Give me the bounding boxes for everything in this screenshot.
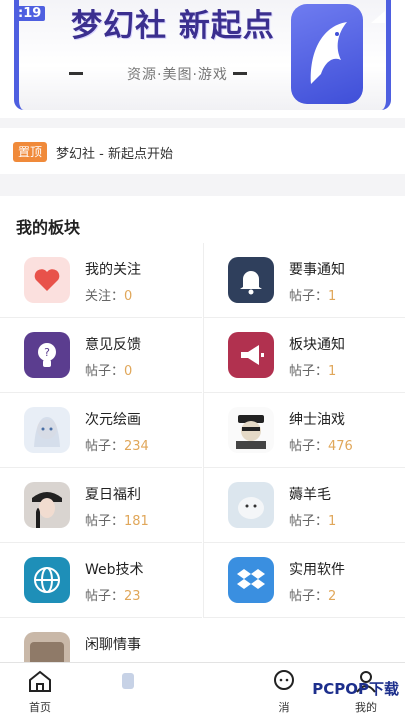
chat-bubble-icon — [274, 670, 294, 690]
tab-mine-label: 我的 — [355, 701, 377, 714]
bell-icon — [228, 257, 274, 303]
board-name: 要事通知 — [289, 262, 345, 278]
board-count: 帖子：234 — [85, 439, 149, 454]
tab-discover[interactable] — [110, 669, 146, 697]
banner-title: 梦幻社 新起点 — [71, 8, 275, 44]
banner-dash-left — [69, 72, 83, 75]
board-name: 闲聊情事 — [85, 637, 141, 653]
board-item[interactable]: 实用软件 帖子：2 — [203, 543, 405, 618]
anime-girl-avatar — [24, 407, 70, 453]
banner-subtitle: 资源·美图·游戏 — [127, 67, 228, 83]
tab-messages[interactable]: 消 — [266, 669, 302, 715]
board-count: 帖子：1 — [289, 364, 337, 379]
board-item[interactable]: 要事通知 帖子：1 — [203, 243, 405, 318]
heart-icon — [24, 257, 70, 303]
svg-text:?: ? — [44, 346, 50, 359]
pinned-badge: 置顶 — [13, 142, 48, 162]
banner-area: :19 梦幻社 新起点 资源·美图·游戏 — [0, 0, 405, 118]
board-item[interactable]: 绅士油戏 帖子：476 — [203, 393, 405, 468]
board-count: 帖子：1 — [289, 514, 337, 529]
board-item[interactable]: ? 意见反馈 帖子：0 — [0, 318, 202, 393]
board-count: 帖子：1 — [289, 289, 337, 304]
board-count: 关注：0 — [85, 289, 133, 304]
board-name: 意见反馈 — [85, 337, 141, 353]
signal-icon — [371, 8, 385, 27]
board-name: 绅士油戏 — [289, 412, 345, 428]
board-item[interactable]: 夏日福利 帖子：181 — [0, 468, 202, 543]
megaphone-icon — [228, 332, 274, 378]
notice-text: 梦幻社 - 新起点开始 — [56, 147, 173, 162]
banner-carousel[interactable]: 梦幻社 新起点 资源·美图·游戏 — [14, 0, 391, 110]
banner-dash-right — [233, 72, 247, 75]
section-title: 我的板块 — [16, 218, 81, 237]
board-item[interactable]: 次元绘画 帖子：234 — [0, 393, 202, 468]
tab-messages-label: 消 — [278, 701, 290, 714]
board-item[interactable]: 板块通知 帖子：1 — [203, 318, 405, 393]
board-count: 帖子：181 — [85, 514, 149, 529]
pinned-notice[interactable]: 置顶 梦幻社 - 新起点开始 — [0, 128, 405, 174]
board-name: 我的关注 — [85, 262, 141, 278]
watermark: PCPOP下载 — [312, 680, 399, 698]
tab-home[interactable]: 首页 — [22, 669, 58, 715]
board-item[interactable]: Web技术 帖子：23 — [0, 543, 202, 618]
meme-avatar — [228, 407, 274, 453]
dolphin-logo-icon — [291, 4, 363, 104]
my-boards-section: 我的板块 我的关注 关注：0 要事通知 帖子：1 ? 意见反馈 帖子：0 板块通… — [0, 196, 405, 693]
board-item[interactable]: 薅羊毛 帖子：1 — [203, 468, 405, 543]
board-name: Web技术 — [85, 562, 144, 578]
girl-photo-avatar — [24, 482, 70, 528]
board-count: 帖子：476 — [289, 439, 353, 454]
board-name: 次元绘画 — [85, 412, 141, 428]
board-name: 薅羊毛 — [289, 487, 331, 503]
lightbulb-icon: ? — [24, 332, 70, 378]
board-count: 帖子：0 — [85, 364, 133, 379]
board-name: 实用软件 — [289, 562, 345, 578]
home-icon — [29, 670, 51, 692]
status-time: :19 — [14, 6, 46, 21]
board-count: 帖子：23 — [85, 589, 141, 604]
board-name: 夏日福利 — [85, 487, 141, 503]
board-name: 板块通知 — [289, 337, 345, 353]
sheep-avatar — [228, 482, 274, 528]
board-count: 帖子：2 — [289, 589, 337, 604]
discover-icon — [122, 673, 134, 689]
dropbox-icon — [228, 557, 274, 603]
board-item[interactable]: 我的关注 关注：0 — [0, 243, 202, 318]
globe-icon — [24, 557, 70, 603]
tab-home-label: 首页 — [29, 701, 51, 714]
